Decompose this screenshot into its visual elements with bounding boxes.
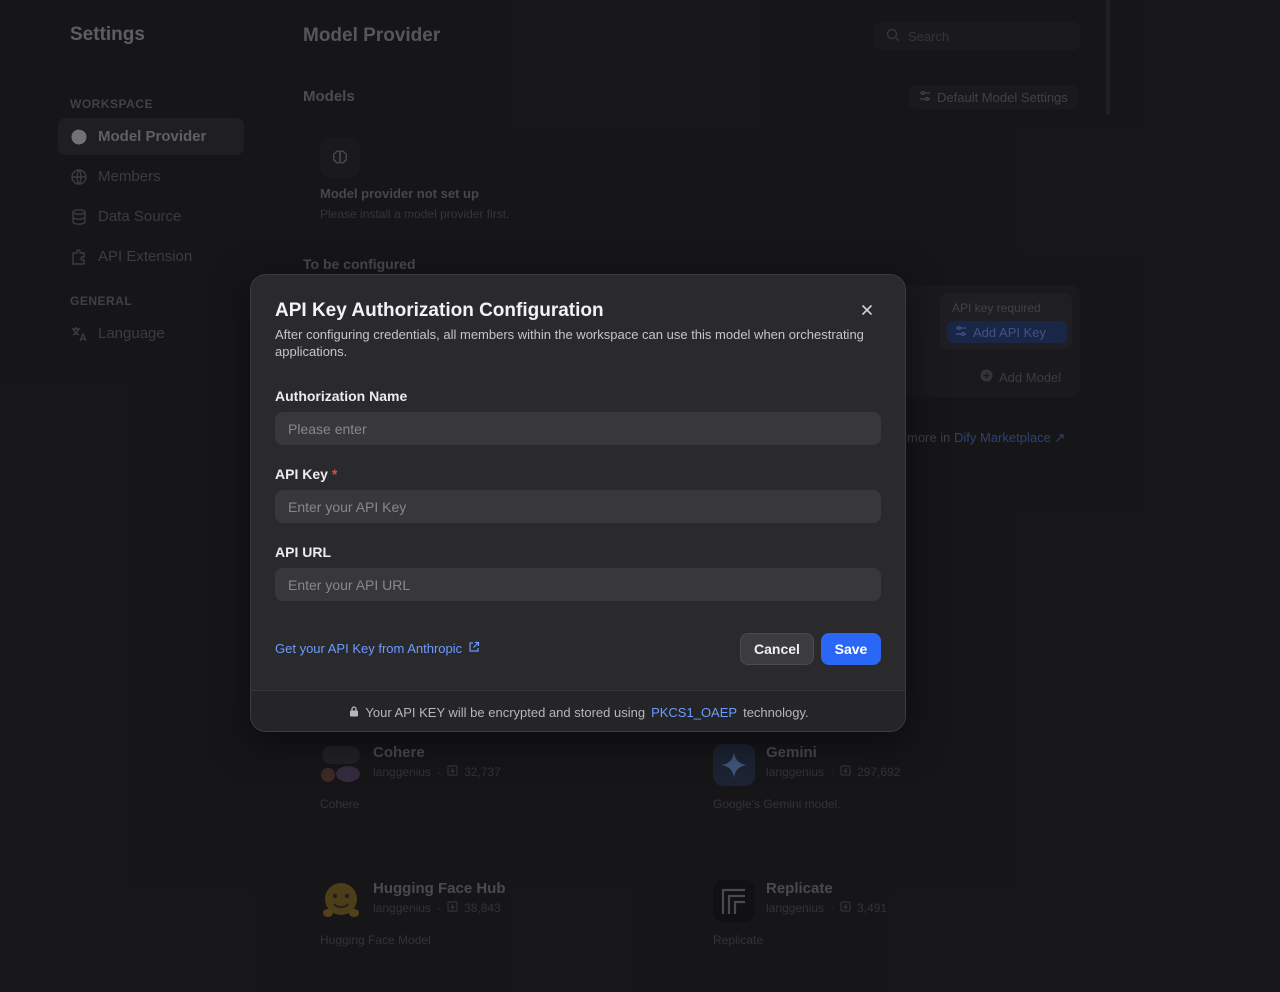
save-button[interactable]: Save: [821, 633, 881, 665]
get-api-key-link[interactable]: Get your API Key from Anthropic: [275, 641, 480, 656]
encryption-notice-suffix: technology.: [743, 704, 809, 720]
api-key-input[interactable]: [275, 490, 881, 523]
encryption-notice: Your API KEY will be encrypted and store…: [251, 690, 905, 731]
modal-title: API Key Authorization Configuration: [275, 300, 604, 321]
encryption-notice-prefix: Your API KEY will be encrypted and store…: [365, 704, 646, 720]
api-key-label-row: API Key *: [275, 466, 337, 482]
authorization-name-label: Authorization Name: [275, 388, 408, 404]
api-url-label: API URL: [275, 544, 331, 560]
api-key-config-modal: API Key Authorization Configuration Afte…: [250, 274, 906, 732]
cancel-button[interactable]: Cancel: [740, 633, 814, 665]
lock-icon: [349, 705, 359, 720]
get-api-key-link-label: Get your API Key from Anthropic: [275, 641, 463, 656]
authorization-name-input[interactable]: [275, 412, 881, 445]
api-url-input[interactable]: [275, 568, 881, 601]
close-icon: [861, 303, 873, 321]
external-link-icon: [468, 641, 480, 656]
modal-description: After configuring credentials, all membe…: [275, 327, 864, 359]
close-button[interactable]: [857, 302, 877, 322]
api-key-label: API Key: [275, 466, 328, 482]
pkcs1-oaep-link[interactable]: PKCS1_OAEP: [651, 705, 737, 720]
required-asterisk: *: [331, 466, 338, 482]
